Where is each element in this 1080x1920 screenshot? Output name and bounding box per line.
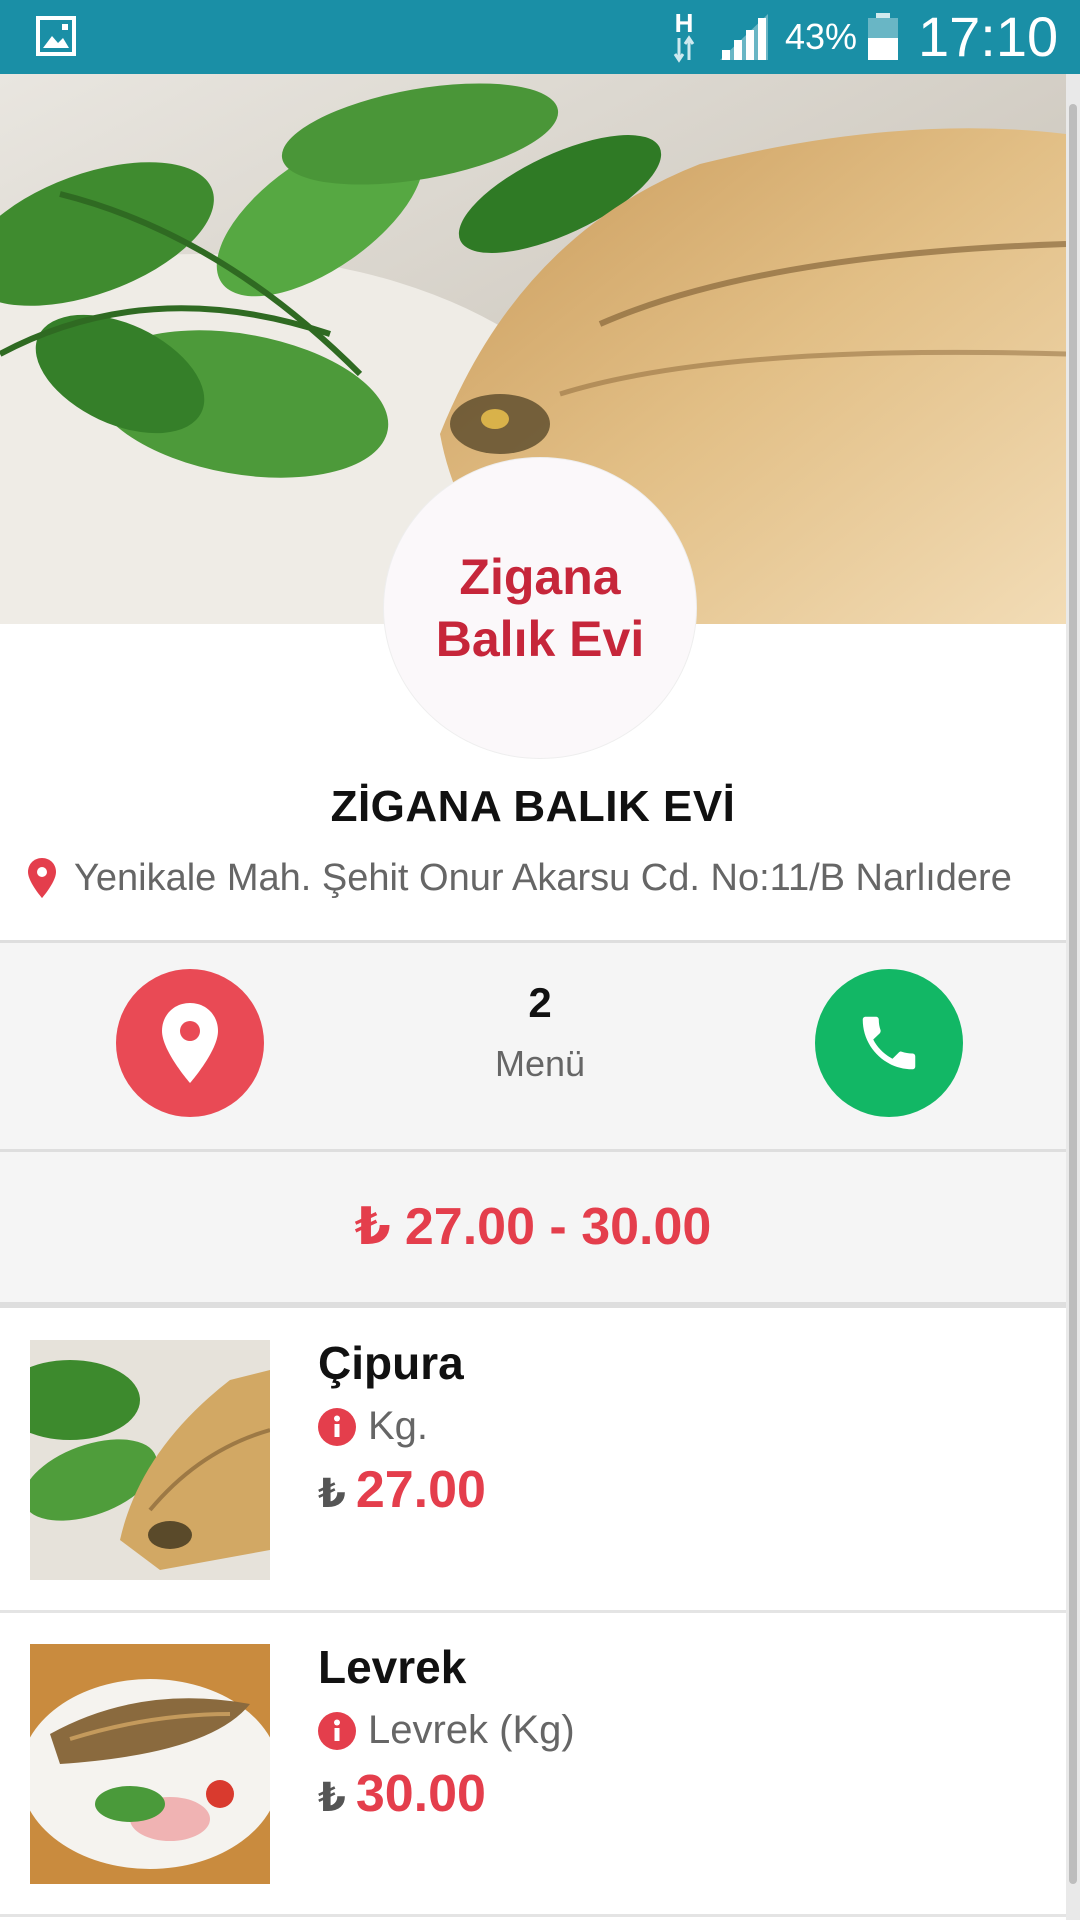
battery-percent: 43%: [785, 16, 858, 57]
menu-item[interactable]: Çipura Kg. ₺ 27.00: [0, 1310, 1066, 1613]
restaurant-logo: Zigana Balık Evi: [384, 458, 696, 758]
menu-item-name: Levrek: [318, 1641, 467, 1693]
menu-item-image: [30, 1340, 270, 1580]
network-h-icon: H: [673, 8, 695, 63]
signal-icon: [720, 14, 768, 60]
menu-item[interactable]: Levrek Levrek (Kg) ₺ 30.00: [0, 1614, 1066, 1917]
map-pin-icon: [162, 1003, 218, 1083]
price-range-text: 27.00 - 30.00: [404, 1198, 712, 1256]
menu-item-price: ₺ 27.00: [318, 1460, 486, 1520]
menu-item-description: Levrek (Kg): [318, 1708, 575, 1753]
menu-item-unit: Levrek (Kg): [368, 1708, 575, 1752]
menu-count: 2: [528, 979, 552, 1026]
menu-item-name: Çipura: [318, 1337, 464, 1389]
address-text: Yenikale Mah. Şehit Onur Akarsu Cd. No:1…: [74, 856, 1012, 899]
price-value: 27.00: [355, 1461, 486, 1519]
menu-item-unit: Kg.: [368, 1404, 429, 1448]
menu-item-description: Kg.: [318, 1404, 428, 1449]
scrollbar[interactable]: [1066, 74, 1080, 1920]
logo-text-line1: Zigana: [459, 549, 621, 605]
battery-icon: [868, 13, 898, 60]
menu-item-price: ₺ 30.00: [318, 1764, 486, 1824]
info-icon[interactable]: [318, 1407, 356, 1446]
currency-symbol: ₺: [354, 1198, 391, 1256]
fish-thumbnail: [30, 1644, 270, 1884]
info-icon[interactable]: [318, 1711, 356, 1750]
menu-label: Menü: [494, 1043, 586, 1084]
restaurant-address: Yenikale Mah. Şehit Onur Akarsu Cd. No:1…: [28, 850, 1048, 906]
svg-text:H: H: [675, 8, 694, 38]
logo-text-line2: Balık Evi: [435, 611, 645, 667]
clock: 17:10: [918, 5, 1059, 68]
call-button[interactable]: [815, 969, 963, 1117]
location-pin-icon: [28, 858, 56, 898]
directions-button[interactable]: [116, 969, 264, 1117]
price-range: ₺ 27.00 - 30.00: [0, 1152, 1066, 1308]
fish-thumbnail: [30, 1340, 270, 1580]
menu-item-image: [30, 1644, 270, 1884]
restaurant-name: ZİGANA BALIK EVİ: [330, 782, 736, 831]
currency-symbol: ₺: [318, 1776, 346, 1820]
phone-icon: [862, 1016, 916, 1070]
scrollbar-thumb[interactable]: [1069, 104, 1077, 1884]
gallery-icon: [36, 16, 76, 56]
currency-symbol: ₺: [318, 1472, 346, 1516]
actions-panel: 2 Menü: [0, 940, 1066, 1152]
status-bar: H 43% 17:10: [0, 0, 1080, 74]
price-value: 30.00: [355, 1765, 486, 1823]
